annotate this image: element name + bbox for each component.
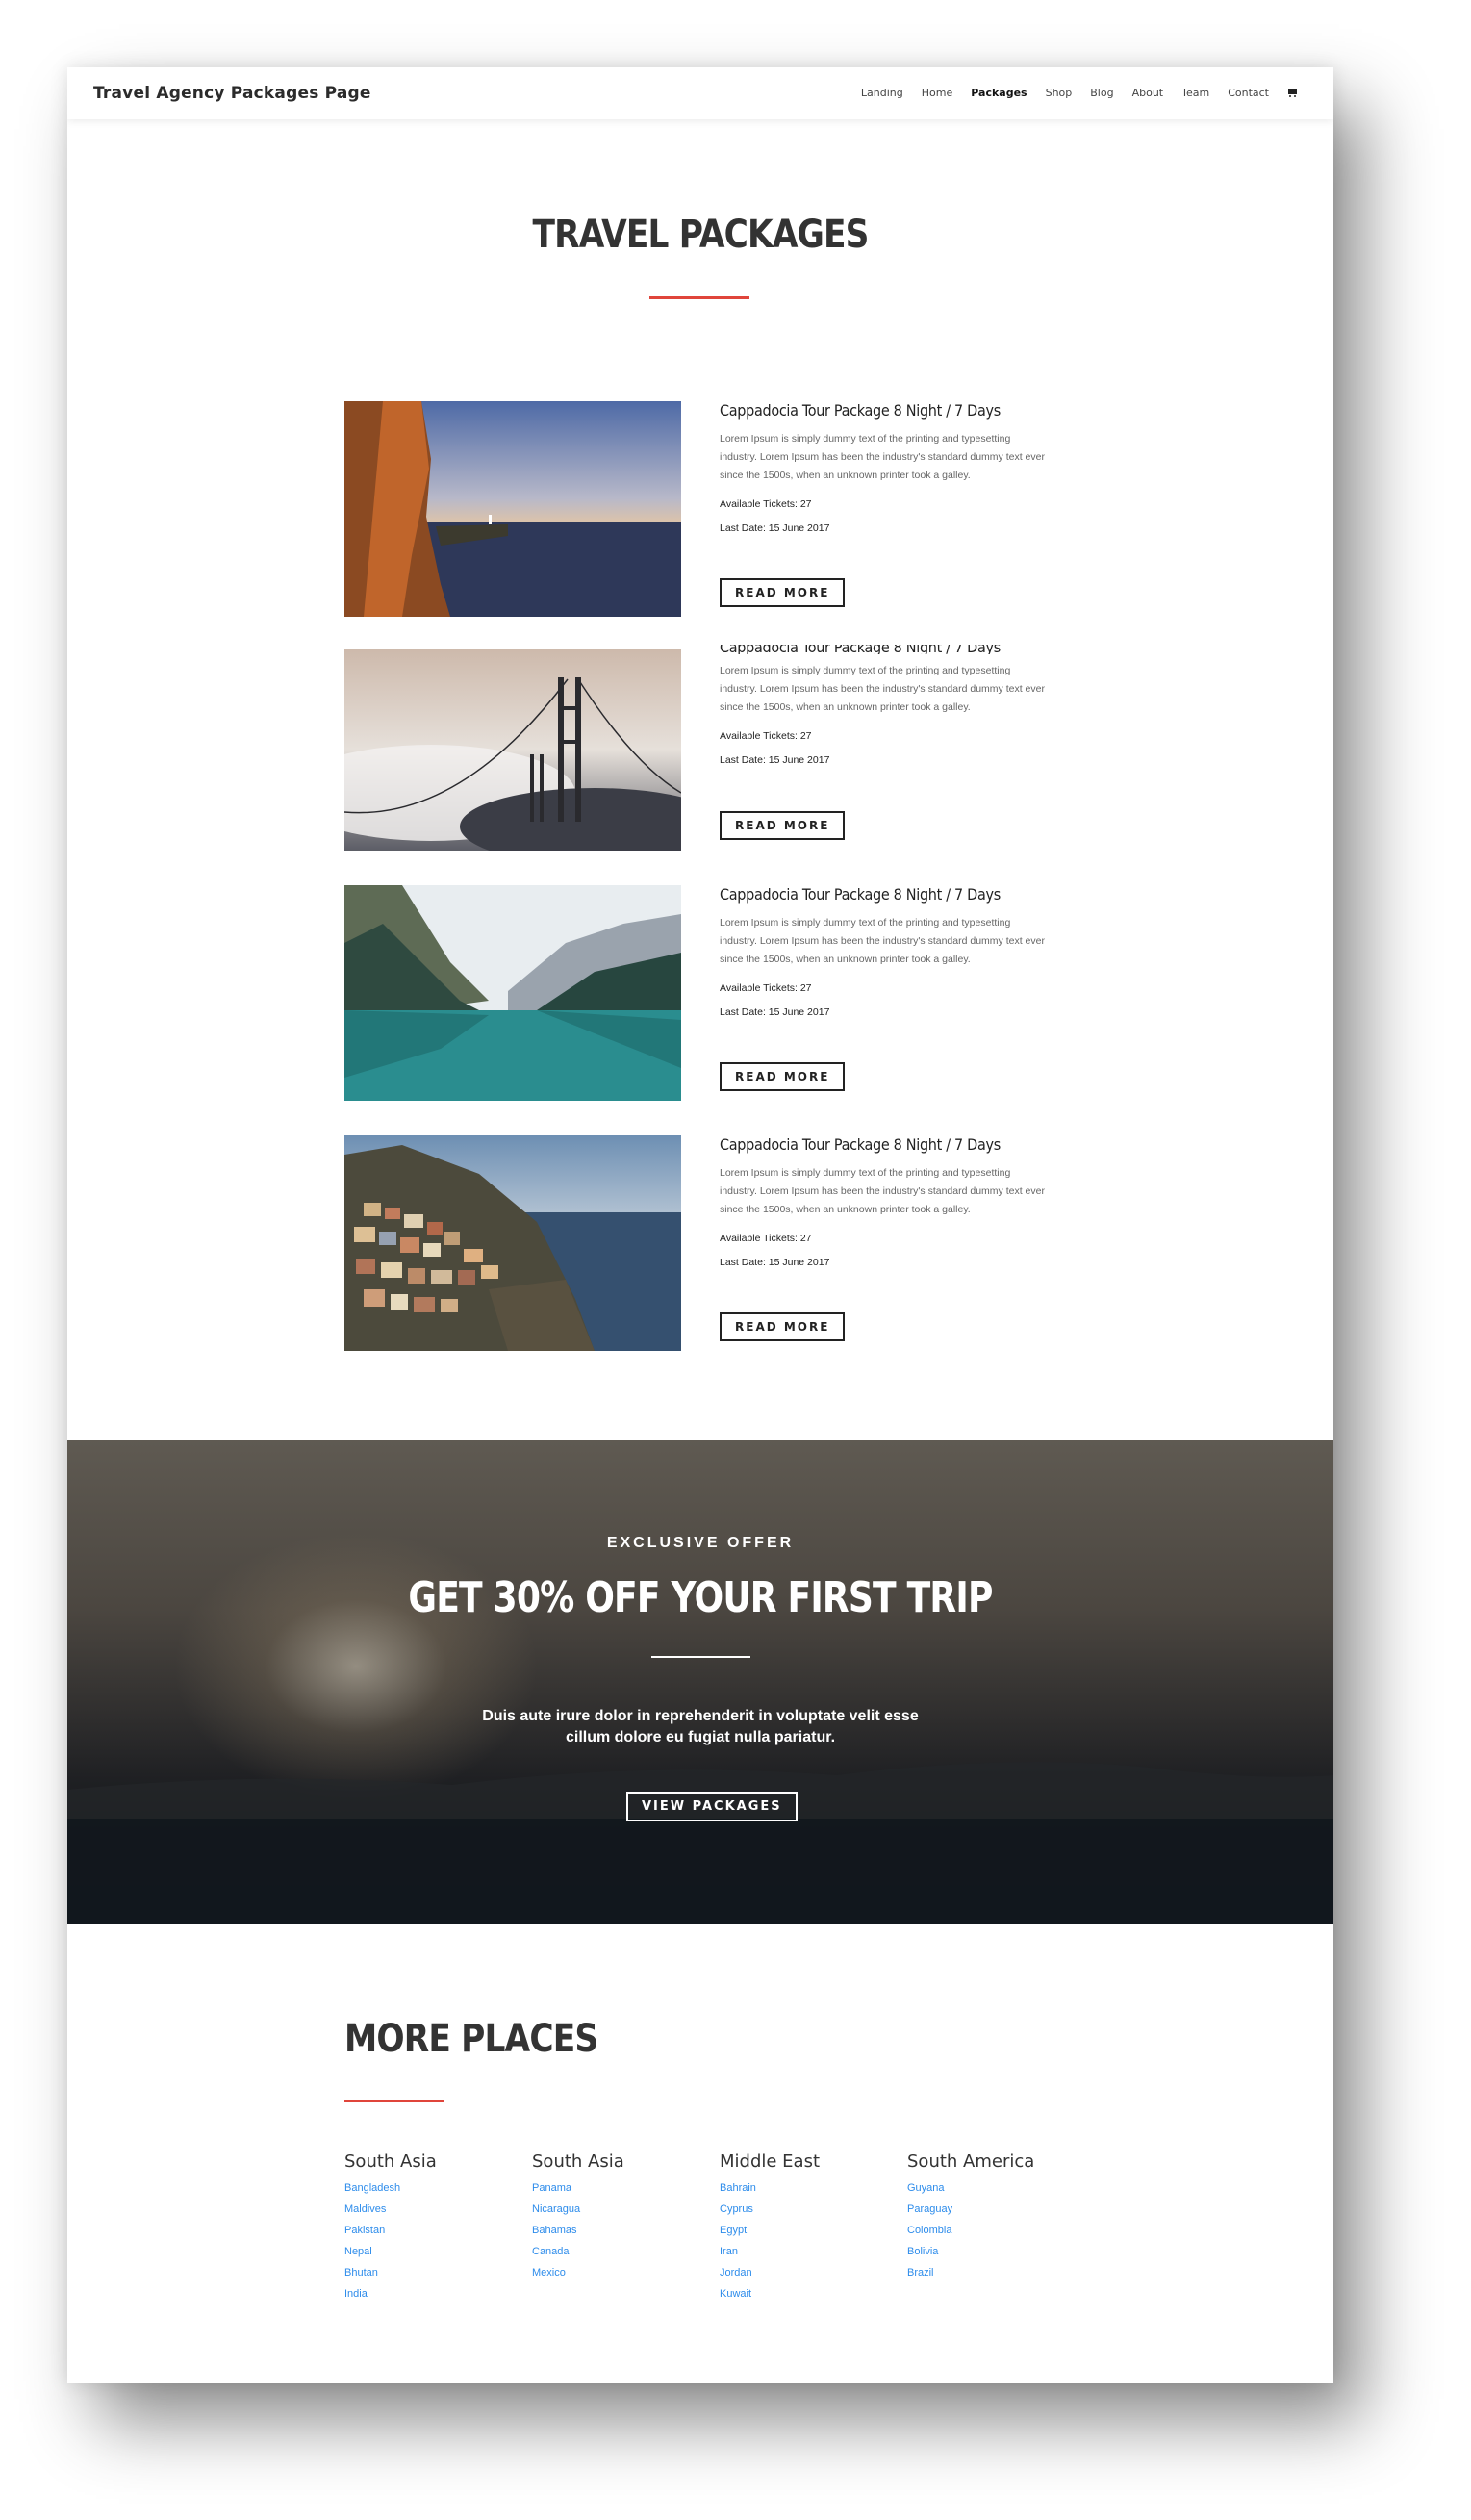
package-description: Lorem Ipsum is simply dummy text of the … [720,917,1045,965]
nav-team[interactable]: Team [1181,87,1209,99]
package-image-village[interactable] [344,1135,681,1351]
cart-icon[interactable] [1287,89,1299,98]
place-link[interactable]: Bolivia [907,2241,1090,2262]
site-header: Travel Agency Packages Page Landing Home… [67,67,1333,119]
title-divider [649,296,749,299]
column-heading: South Asia [532,2151,624,2172]
package-last-date: Last Date: 15 June 2017 [720,1257,830,1268]
package-title[interactable]: Cappadocia Tour Package 8 Night / 7 Days [720,401,1047,420]
view-packages-button[interactable]: VIEW PACKAGES [626,1792,798,1821]
place-link[interactable]: Bahrain [720,2177,902,2199]
package-tickets: Available Tickets: 27 [720,730,812,742]
read-more-button[interactable]: READ MORE [720,578,846,607]
package-title[interactable]: Cappadocia Tour Package 8 Night / 7 Days [720,885,1047,904]
place-link[interactable]: Mexico [532,2262,715,2283]
package-image-lake[interactable] [344,885,681,1101]
place-link[interactable]: Nepal [344,2241,527,2262]
place-link[interactable]: Bhutan [344,2262,527,2283]
place-link[interactable]: Kuwait [720,2283,902,2304]
place-link[interactable]: India [344,2283,527,2304]
nav-home[interactable]: Home [922,87,952,99]
package-title[interactable]: Cappadocia Tour Package 8 Night / 7 Days [720,1135,1047,1154]
place-link[interactable]: Maldives [344,2199,527,2220]
nav-landing[interactable]: Landing [861,87,903,99]
package-image-bridge[interactable] [344,649,681,851]
package-last-date: Last Date: 15 June 2017 [720,522,830,534]
package-last-date: Last Date: 15 June 2017 [720,754,830,766]
offer-headline: GET 30% OFF YOUR FIRST TRIP [408,1573,993,1622]
package-description: Lorem Ipsum is simply dummy text of the … [720,665,1045,713]
read-more-button[interactable]: READ MORE [720,811,846,840]
offer-divider [651,1656,750,1658]
offer-text: Duis aute irure dolor in reprehenderit i… [482,1708,919,1745]
places-column: South Asia Bangladesh Maldives Pakistan … [344,2151,527,2304]
package-card: Cappadocia Tour Package 8 Night / 7 Days… [344,885,1047,1101]
package-description: Lorem Ipsum is simply dummy text of the … [720,1167,1045,1215]
site-title[interactable]: Travel Agency Packages Page [93,84,371,103]
offer-banner: EXCLUSIVE OFFER GET 30% OFF YOUR FIRST T… [67,1440,1333,1924]
more-places-divider [344,2100,444,2102]
package-last-date: Last Date: 15 June 2017 [720,1006,830,1018]
nav-about[interactable]: About [1132,87,1164,99]
package-card: Cappadocia Tour Package 8 Night / 7 Days… [344,1135,1047,1351]
main-nav: Landing Home Packages Shop Blog About Te… [861,87,1299,99]
place-link[interactable]: Iran [720,2241,902,2262]
place-link[interactable]: Panama [532,2177,715,2199]
package-card: Cappadocia Tour Package 8 Night / 7 Days… [344,645,1047,864]
nav-blog[interactable]: Blog [1090,87,1113,99]
package-tickets: Available Tickets: 27 [720,498,812,510]
nav-packages[interactable]: Packages [971,87,1027,99]
nav-contact[interactable]: Contact [1228,87,1269,99]
place-link[interactable]: Bahamas [532,2220,715,2241]
place-link[interactable]: Colombia [907,2220,1090,2241]
read-more-button[interactable]: READ MORE [720,1312,846,1341]
more-places-title: MORE PLACES [344,2017,598,2061]
places-column: South America Guyana Paraguay Colombia B… [907,2151,1090,2283]
place-link[interactable]: Brazil [907,2262,1090,2283]
place-link[interactable]: Paraguay [907,2199,1090,2220]
package-image-cliff[interactable] [344,401,681,617]
place-link[interactable]: Bangladesh [344,2177,527,2199]
place-link[interactable]: Pakistan [344,2220,527,2241]
place-link[interactable]: Canada [532,2241,715,2262]
offer-eyebrow: EXCLUSIVE OFFER [606,1535,795,1551]
place-link[interactable]: Jordan [720,2262,902,2283]
packages-title: TRAVEL PACKAGES [532,213,869,257]
places-column: Middle East Bahrain Cyprus Egypt Iran Jo… [720,2151,902,2304]
read-more-button[interactable]: READ MORE [720,1062,846,1091]
package-title[interactable]: Cappadocia Tour Package 8 Night / 7 Days [720,645,1047,654]
package-description: Lorem Ipsum is simply dummy text of the … [720,433,1045,481]
place-link[interactable]: Nicaragua [532,2199,715,2220]
column-heading: Middle East [720,2151,821,2172]
place-link[interactable]: Guyana [907,2177,1090,2199]
page: Travel Agency Packages Page Landing Home… [67,67,1333,2383]
column-heading: South America [907,2151,1035,2172]
nav-shop[interactable]: Shop [1046,87,1073,99]
places-column: South Asia Panama Nicaragua Bahamas Cana… [532,2151,715,2283]
package-tickets: Available Tickets: 27 [720,1233,812,1244]
place-link[interactable]: Egypt [720,2220,902,2241]
package-card: Cappadocia Tour Package 8 Night / 7 Days… [344,401,1047,617]
place-link[interactable]: Cyprus [720,2199,902,2220]
column-heading: South Asia [344,2151,437,2172]
package-tickets: Available Tickets: 27 [720,982,812,994]
